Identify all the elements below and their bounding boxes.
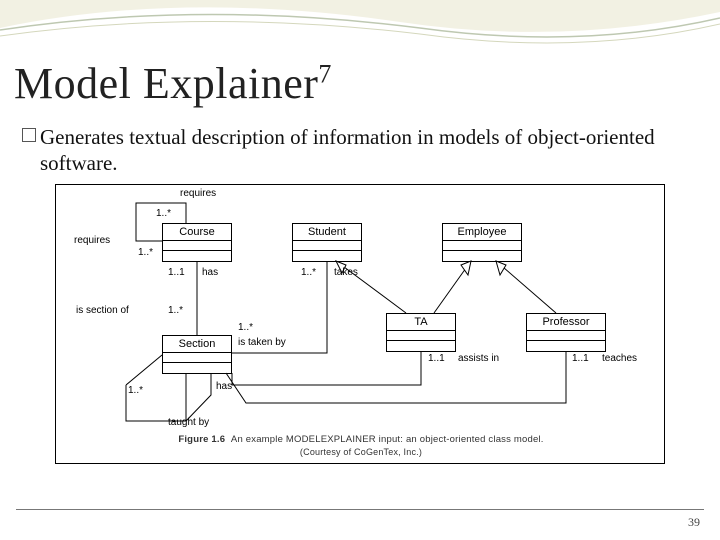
label-mult-1star-e: 1..* xyxy=(238,322,253,333)
label-mult-1star-d: 1..* xyxy=(301,267,316,278)
footer-divider xyxy=(16,509,704,510)
class-ta: TA xyxy=(386,313,456,352)
class-professor: Professor xyxy=(526,313,606,352)
label-teaches: teaches xyxy=(602,353,637,364)
label-has-2: has xyxy=(216,381,232,392)
label-taught-by: taught by xyxy=(168,417,209,428)
figure-caption: Figure 1.6 An example MODELEXPLAINER inp… xyxy=(56,434,666,457)
bullet-text: Generates textual description of informa… xyxy=(40,124,682,177)
bullet-item: Generates textual description of informa… xyxy=(22,124,682,177)
label-mult-1star-c: 1..* xyxy=(168,305,183,316)
title-superscript: 7 xyxy=(318,59,332,88)
title-text: Model Explainer xyxy=(14,59,318,108)
bullet-marker xyxy=(22,128,36,142)
class-course-name: Course xyxy=(163,224,231,241)
class-ta-name: TA xyxy=(387,314,455,331)
figure-caption-sub: (Courtesy of CoGenTex, Inc.) xyxy=(56,447,666,457)
label-is-taken-by: is taken by xyxy=(238,337,286,348)
class-student: Student xyxy=(292,223,362,262)
label-mult-1star-a: 1..* xyxy=(156,208,171,219)
slide-decorative-swoosh xyxy=(0,0,720,60)
class-employee-name: Employee xyxy=(443,224,521,241)
label-is-section-of: is section of xyxy=(76,305,129,316)
label-requires-left: requires xyxy=(74,235,110,246)
label-assists-in: assists in xyxy=(458,353,499,364)
label-mult-11-c: 1..1 xyxy=(572,353,589,364)
label-mult-1star-b: 1..* xyxy=(138,247,153,258)
label-requires-top: requires xyxy=(180,188,216,199)
figure-caption-main: An example MODELEXPLAINER input: an obje… xyxy=(231,434,544,445)
label-mult-11-a: 1..1 xyxy=(168,267,185,278)
figure-label: Figure 1.6 xyxy=(178,434,225,445)
label-mult-11-b: 1..1 xyxy=(428,353,445,364)
class-employee: Employee xyxy=(442,223,522,262)
page-number: 39 xyxy=(688,515,700,530)
class-professor-name: Professor xyxy=(527,314,605,331)
class-course: Course xyxy=(162,223,232,262)
label-has-1: has xyxy=(202,267,218,278)
uml-diagram: Course Student Employee Section TA Profe… xyxy=(55,184,665,464)
slide-title: Model Explainer7 xyxy=(14,58,332,109)
class-section-name: Section xyxy=(163,336,231,353)
label-takes: takes xyxy=(334,267,358,278)
class-section: Section xyxy=(162,335,232,374)
label-mult-1star-f: 1..* xyxy=(128,385,143,396)
class-student-name: Student xyxy=(293,224,361,241)
